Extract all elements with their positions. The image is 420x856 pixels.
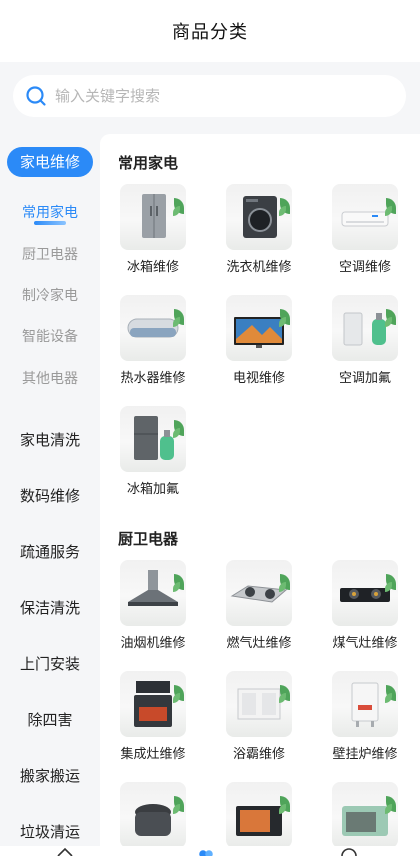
- bath-heater-icon: [226, 671, 292, 737]
- wall-boiler-icon: [332, 671, 398, 737]
- grid-item-coal-gas-stove-repair[interactable]: 煤气灶维修: [315, 560, 415, 651]
- tv-icon: [226, 295, 292, 361]
- grid-item-ac-refrigerant[interactable]: 空调加氟: [315, 295, 415, 386]
- section-title-common-appliances: 常用家电: [118, 154, 179, 172]
- grid-item-tv-repair[interactable]: 电视维修: [209, 295, 309, 386]
- item-label: 冰箱加氟: [126, 482, 179, 497]
- item-label: 浴霸维修: [232, 747, 285, 762]
- sidebar-item-unclogging[interactable]: 疏通服务: [0, 541, 100, 562]
- sidebar-item-garbage-removal[interactable]: 垃圾清运: [0, 821, 100, 842]
- fridge-icon: [120, 184, 186, 250]
- category-icon[interactable]: [197, 846, 215, 856]
- profile-icon[interactable]: [340, 846, 358, 856]
- grid-item-oven[interactable]: [315, 782, 415, 854]
- item-label: 空调维修: [338, 260, 391, 275]
- home-icon[interactable]: [56, 846, 74, 856]
- washer-icon: [226, 184, 292, 250]
- fridge-refrigerant-icon: [120, 406, 186, 472]
- product-grid-panel: 常用家电 冰箱维修 洗衣机维修 空调维修 热水器维修 电视维修 空调加氟 冰箱加…: [100, 134, 420, 856]
- search-input[interactable]: [55, 87, 355, 105]
- refrigerant-tank-icon: [332, 295, 398, 361]
- item-label: 洗衣机维修: [226, 260, 292, 275]
- grid-item-wall-boiler-repair[interactable]: 壁挂炉维修: [315, 671, 415, 762]
- microwave-icon: [226, 782, 292, 848]
- coal-gas-stove-icon: [332, 560, 398, 626]
- item-label: 集成灶维修: [120, 747, 186, 762]
- item-label: 电视维修: [232, 371, 285, 386]
- sidebar-item-installation[interactable]: 上门安装: [0, 653, 100, 674]
- header-bar: 商品分类: [0, 0, 420, 62]
- grid-item-integrated-stove-repair[interactable]: 集成灶维修: [103, 671, 203, 762]
- sidebar-item-appliance-repair[interactable]: 家电维修: [7, 147, 93, 177]
- grid-item-microwave[interactable]: [209, 782, 309, 854]
- section-title-kitchen-bath: 厨卫电器: [118, 530, 179, 548]
- grid-item-fridge-repair[interactable]: 冰箱维修: [103, 184, 203, 275]
- active-indicator: [34, 221, 66, 225]
- grid-item-ac-repair[interactable]: 空调维修: [315, 184, 415, 275]
- item-label: 燃气灶维修: [226, 636, 292, 651]
- sidebar-subitem-cooling[interactable]: 制冷家电: [0, 285, 100, 305]
- search-box[interactable]: [13, 75, 406, 117]
- sidebar-item-cleaning[interactable]: 保洁清洗: [0, 597, 100, 618]
- grid-item-water-heater-repair[interactable]: 热水器维修: [103, 295, 203, 386]
- grid-item-rice-cooker[interactable]: [103, 782, 203, 854]
- sidebar-item-appliance-cleaning[interactable]: 家电清洗: [0, 429, 100, 450]
- sidebar-item-moving[interactable]: 搬家搬运: [0, 765, 100, 786]
- grid-item-range-hood-repair[interactable]: 油烟机维修: [103, 560, 203, 651]
- range-hood-icon: [120, 560, 186, 626]
- gas-stove-icon: [226, 560, 292, 626]
- integrated-stove-icon: [120, 671, 186, 737]
- search-area: [0, 62, 420, 134]
- grid-item-washer-repair[interactable]: 洗衣机维修: [209, 184, 309, 275]
- item-label: 热水器维修: [120, 371, 186, 386]
- item-label: 壁挂炉维修: [332, 747, 398, 762]
- grid-item-bath-heater-repair[interactable]: 浴霸维修: [209, 671, 309, 762]
- category-sidebar: 家电维修 常用家电 厨卫电器 制冷家电 智能设备 其他电器 家电清洗 数码维修 …: [0, 134, 100, 856]
- item-label: 冰箱维修: [126, 260, 179, 275]
- rice-cooker-icon: [120, 782, 186, 848]
- search-icon: [25, 85, 47, 107]
- item-label: 空调加氟: [338, 371, 391, 386]
- air-conditioner-icon: [332, 184, 398, 250]
- sidebar-subitem-kitchen-bath[interactable]: 厨卫电器: [0, 244, 100, 264]
- water-heater-icon: [120, 295, 186, 361]
- grid-item-gas-stove-repair[interactable]: 燃气灶维修: [209, 560, 309, 651]
- sidebar-subitem-other[interactable]: 其他电器: [0, 368, 100, 388]
- sidebar-subitem-common-appliances[interactable]: 常用家电: [0, 202, 100, 222]
- page-title: 商品分类: [172, 22, 248, 43]
- sidebar-item-digital-repair[interactable]: 数码维修: [0, 485, 100, 506]
- app-root: 商品分类 家电维修 常用家电 厨卫电器 制冷家电 智能设备 其他电器 家电清洗 …: [0, 0, 420, 856]
- item-label: 煤气灶维修: [332, 636, 398, 651]
- grid-item-fridge-refrigerant[interactable]: 冰箱加氟: [103, 406, 203, 497]
- oven-icon: [332, 782, 398, 848]
- item-label: 油烟机维修: [120, 636, 186, 651]
- sidebar-subitem-smart-devices[interactable]: 智能设备: [0, 326, 100, 346]
- sidebar-item-pest-control[interactable]: 除四害: [0, 709, 100, 730]
